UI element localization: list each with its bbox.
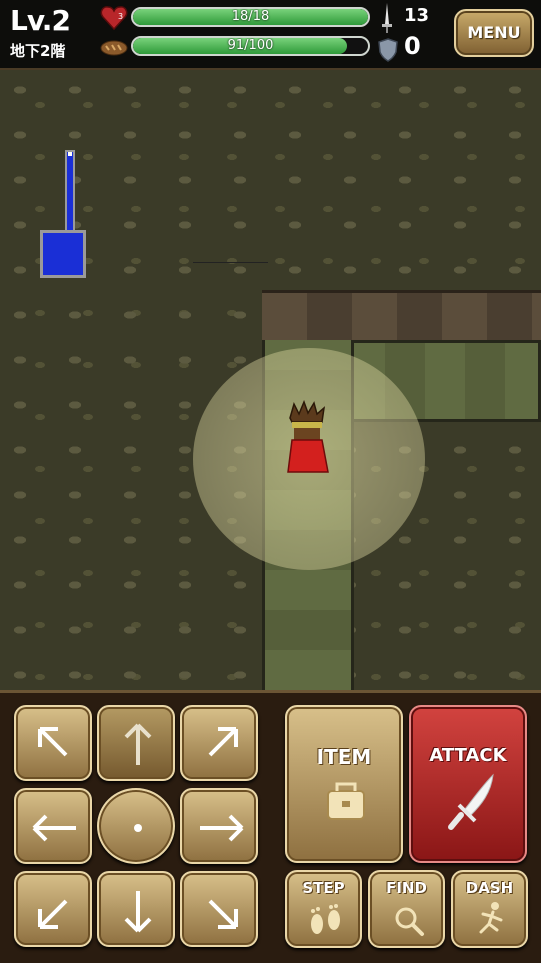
attack-button[interactable]: ATTACK xyxy=(409,705,527,863)
move-up-button[interactable] xyxy=(97,705,175,781)
move-right-button[interactable] xyxy=(180,788,258,864)
wait-button[interactable] xyxy=(97,788,175,864)
magnifier-icon xyxy=(395,907,424,936)
arrow-down-icon xyxy=(124,891,152,933)
arrow-up-left-icon xyxy=(38,727,68,757)
dash-button[interactable]: DASH xyxy=(451,870,528,948)
floor-crack xyxy=(193,262,268,263)
defense-value: 0 xyxy=(404,32,421,60)
stone-wall xyxy=(262,290,541,343)
arrow-up-right-icon xyxy=(208,727,238,757)
move-up-right-button[interactable] xyxy=(180,705,258,781)
bag-icon xyxy=(327,782,365,820)
hunger-badge: 3 xyxy=(118,12,123,21)
attack-value: 13 xyxy=(404,5,430,26)
move-down-button[interactable] xyxy=(97,871,175,947)
dagger-icon xyxy=(448,773,494,830)
move-up-left-button[interactable] xyxy=(14,705,92,781)
move-down-right-button[interactable] xyxy=(180,871,258,947)
sword-icon xyxy=(382,3,392,33)
minimap xyxy=(40,150,86,278)
move-down-left-button[interactable] xyxy=(14,871,92,947)
runner-icon xyxy=(479,902,503,934)
move-left-button[interactable] xyxy=(14,788,92,864)
find-button[interactable]: FIND xyxy=(368,870,445,948)
arrow-left-icon xyxy=(32,814,76,842)
player-character xyxy=(287,400,329,473)
food-bar: 91/100 xyxy=(131,36,370,56)
footprints-icon xyxy=(311,904,340,934)
arrow-down-right-icon xyxy=(208,899,238,929)
control-panel: ITEM ATTACK STEP FIND DASH xyxy=(0,690,541,963)
shield-icon xyxy=(378,38,398,62)
dot-icon xyxy=(134,824,142,832)
dungeon-map xyxy=(0,70,541,690)
status-hud: Lv.2 地下2階 3 18/18 91/100 13 0 MENU xyxy=(0,0,541,70)
arrow-down-left-icon xyxy=(38,899,68,929)
floor-label: 地下2階 xyxy=(10,42,66,60)
hp-text: 18/18 xyxy=(231,9,270,24)
bread-icon xyxy=(100,40,128,56)
food-text: 91/100 xyxy=(227,38,274,53)
step-button[interactable]: STEP xyxy=(285,870,362,948)
arrow-up-icon xyxy=(124,723,152,765)
hp-bar: 18/18 xyxy=(131,7,370,27)
item-button[interactable]: ITEM xyxy=(285,705,403,863)
level-label: Lv.2 xyxy=(10,4,71,37)
arrow-right-icon xyxy=(200,814,244,842)
menu-button[interactable]: MENU xyxy=(454,9,534,57)
heart-icon: 3 xyxy=(100,6,128,31)
